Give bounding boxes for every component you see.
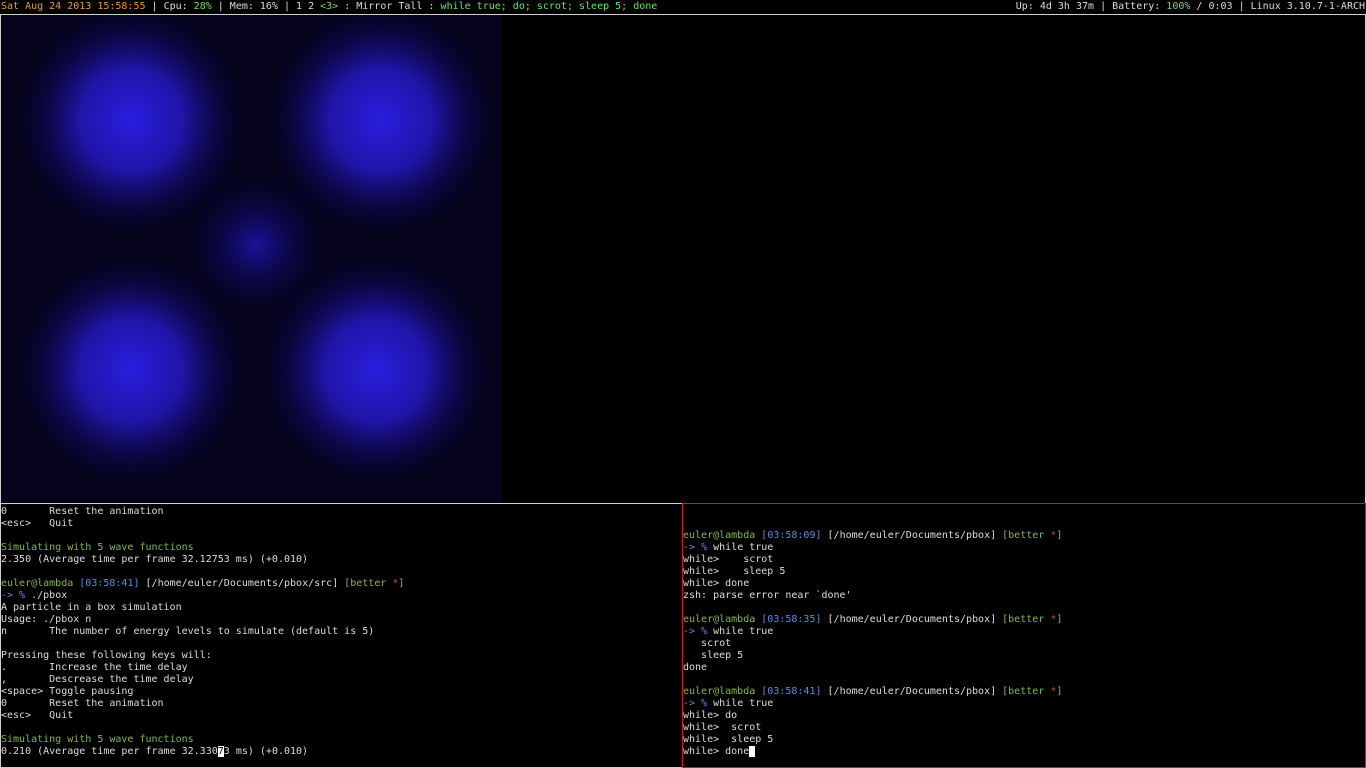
- active-workspace[interactable]: <3>: [320, 1, 338, 12]
- terminal-left[interactable]: 0 Reset the animation <esc> Quit Simulat…: [0, 503, 683, 768]
- terminal-line: while> do: [683, 710, 738, 721]
- terminal-line: Usage: ./pbox n: [1, 614, 92, 625]
- terminal-line: . Increase the time delay: [1, 662, 188, 673]
- terminal-line: <space> Toggle pausing: [1, 686, 134, 697]
- workspace-list[interactable]: 1 2: [296, 1, 314, 12]
- prompt-arrow: -> %: [1, 590, 26, 601]
- cpu-value: 28%: [193, 1, 212, 12]
- prompt-time: [03:58:41]: [79, 578, 140, 589]
- command-line: -> % while true: [683, 698, 774, 709]
- terminal-line: scrot: [683, 638, 732, 649]
- terminal-cursor: [749, 746, 756, 757]
- terminal-line: A particle in a box simulation: [1, 602, 182, 613]
- status-date: Sat Aug 24 2013 15:58:55: [1, 1, 146, 12]
- status-bar-right: Up: 4d 3h 37m | Battery: 100% / 0:03 | L…: [1015, 1, 1365, 12]
- simulation-window[interactable]: [0, 14, 1366, 504]
- shell-prompt: euler@lambda [03:58:41] [/home/euler/Doc…: [683, 686, 1063, 697]
- command-line: -> % while true: [683, 542, 774, 553]
- simulation-status: Simulating with 5 wave functions: [1, 734, 194, 745]
- frame-stats: 0.210 (Average time per frame 32.33073 m…: [1, 746, 309, 757]
- cpu-label: Cpu:: [163, 1, 194, 12]
- terminal-right-output: euler@lambda [03:58:09] [/home/euler/Doc…: [683, 506, 1062, 758]
- terminal-line: sleep 5: [683, 650, 744, 661]
- active-input-line[interactable]: while> done: [683, 746, 1062, 758]
- terminal-line: Pressing these following keys will:: [1, 650, 212, 661]
- terminal-line: <esc> Quit: [1, 518, 74, 529]
- battery-label: Battery:: [1112, 1, 1167, 12]
- shell-prompt: euler@lambda [03:58:35] [/home/euler/Doc…: [683, 614, 1063, 625]
- frame-stats: 2.350 (Average time per frame 32.12753 m…: [1, 554, 309, 565]
- prompt-git-branch: [better: [344, 578, 393, 589]
- command-text: ./pbox: [25, 590, 68, 601]
- terminal-line: while> scrot: [683, 554, 774, 565]
- terminal-line: 0 Reset the animation: [1, 698, 164, 709]
- terminal-right[interactable]: euler@lambda [03:58:09] [/home/euler/Doc…: [682, 503, 1366, 768]
- terminal-line: , Descrease the time delay: [1, 674, 194, 685]
- window-title: while true; do; scrot; sleep 5; done: [440, 1, 658, 12]
- mem-value: 16%: [259, 1, 278, 12]
- terminal-line: while> sleep 5: [683, 566, 786, 577]
- layout-name: Mirror Tall: [356, 1, 423, 12]
- shell-prompt: euler@lambda [03:58:41] [/home/euler/Doc…: [1, 578, 405, 589]
- wave-function-render: [1, 15, 501, 503]
- battery-value: 100%: [1166, 1, 1191, 12]
- wave-blob-center: [186, 175, 326, 315]
- simulation-status: Simulating with 5 wave functions: [1, 542, 194, 553]
- prompt-user: euler@lambda: [1, 578, 74, 589]
- terminal-line: zsh: parse error near `done': [683, 590, 852, 601]
- terminal-line: n The number of energy levels to simulat…: [1, 626, 375, 637]
- terminal-left-output: 0 Reset the animation <esc> Quit Simulat…: [1, 506, 404, 758]
- mem-label: Mem:: [229, 1, 260, 12]
- terminal-line: while> done: [683, 578, 750, 589]
- status-bar-left: Sat Aug 24 2013 15:58:55 | Cpu: 28% | Me…: [1, 1, 658, 12]
- prompt-path: [/home/euler/Documents/pbox/src]: [145, 578, 339, 589]
- command-line: -> % while true: [683, 626, 774, 637]
- uptime: Up: 4d 3h 37m: [1015, 1, 1095, 12]
- command-line: -> % ./pbox: [1, 590, 404, 602]
- terminal-line: while> sleep 5: [683, 734, 774, 745]
- terminal-line: 0 Reset the animation: [1, 506, 164, 517]
- kernel-version: Linux 3.10.7-1-ARCH: [1250, 1, 1365, 12]
- status-bar: Sat Aug 24 2013 15:58:55 | Cpu: 28% | Me…: [0, 0, 1366, 14]
- battery-time: / 0:03: [1196, 1, 1233, 12]
- terminal-line: <esc> Quit: [1, 710, 74, 721]
- terminal-line: done: [683, 662, 708, 673]
- terminal-line: while> scrot: [683, 722, 762, 733]
- shell-prompt: euler@lambda [03:58:09] [/home/euler/Doc…: [683, 530, 1063, 541]
